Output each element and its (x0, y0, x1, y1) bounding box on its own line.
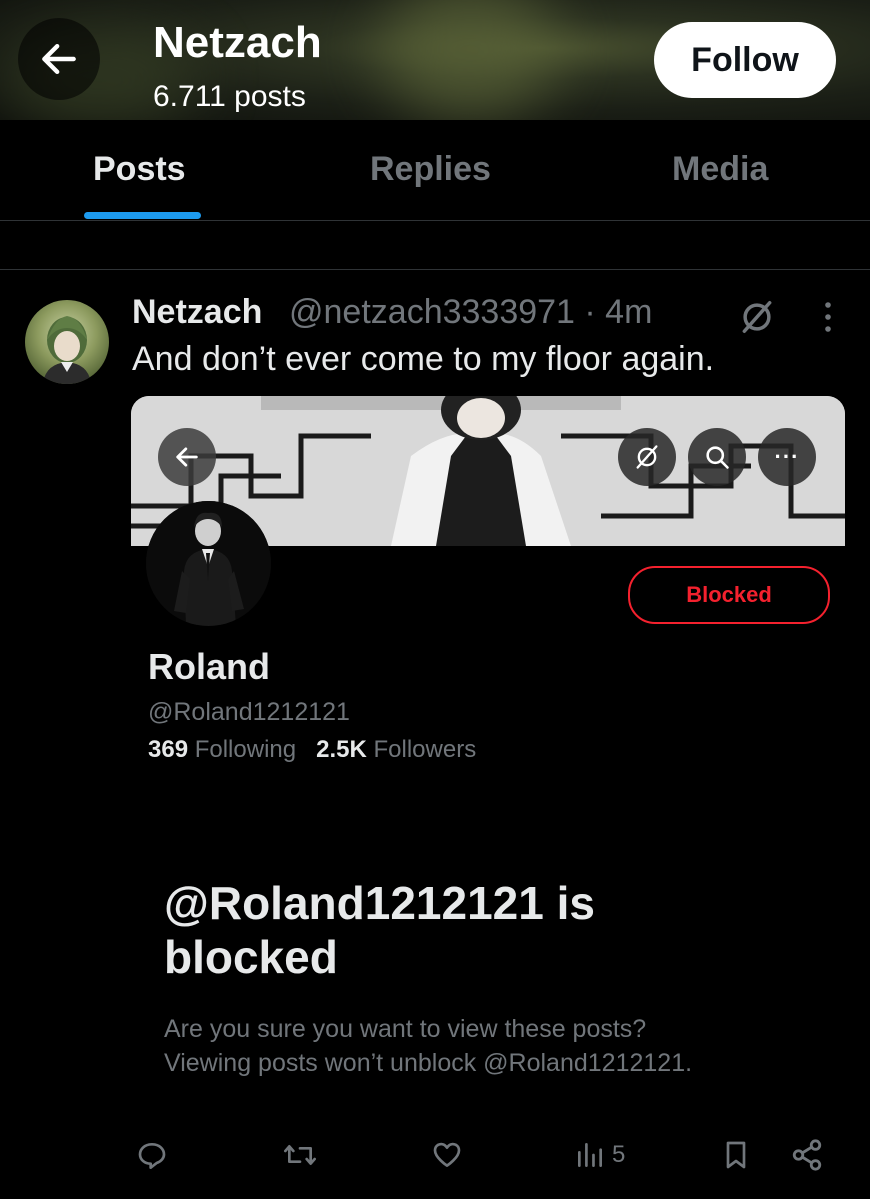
embed-profile-picture (146, 501, 271, 626)
active-tab-indicator (84, 212, 201, 219)
post-count: 6.711 posts (153, 80, 306, 113)
embed-back-button (158, 428, 216, 486)
followers-count: 2.5K (316, 736, 367, 763)
grok-icon[interactable] (738, 298, 776, 336)
grok-icon (636, 445, 658, 469)
reply-button[interactable] (136, 1138, 168, 1172)
back-button[interactable] (18, 18, 100, 100)
blocked-title: @Roland1212121 is blocked (164, 877, 595, 983)
like-button[interactable] (430, 1138, 464, 1172)
embed-more-button: ··· (758, 428, 816, 486)
blocked-button: Blocked (628, 566, 830, 624)
tweet-author-handle[interactable]: @netzach3333971 · 4m (289, 293, 652, 332)
repost-icon (284, 1145, 316, 1165)
embed-search-button (688, 428, 746, 486)
views-button[interactable]: 5 (574, 1138, 625, 1172)
search-icon (706, 446, 729, 469)
tweet-text: And don’t ever come to my floor again. (132, 340, 715, 378)
bookmark-button[interactable] (720, 1138, 752, 1172)
following-label: Following (194, 736, 297, 763)
profile-tabs: Posts Replies Media (0, 120, 870, 221)
share-icon (792, 1139, 822, 1171)
following-count: 369 (148, 736, 189, 763)
embed-profile-handle: @Roland1212121 (148, 698, 350, 726)
profile-header: Netzach 6.711 posts Follow (0, 0, 870, 120)
repost-button[interactable] (282, 1138, 318, 1172)
profile-title: Netzach (153, 18, 322, 67)
follow-button[interactable]: Follow (654, 22, 836, 98)
tab-media[interactable]: Media (672, 150, 768, 189)
blocked-description-line: Are you sure you want to view these post… (164, 1015, 647, 1043)
embed-follow-stats: 369 Following 2.5K Followers (148, 736, 476, 764)
tweet-author-name[interactable]: Netzach (132, 293, 262, 332)
arrow-left-icon (42, 43, 76, 75)
more-options-icon[interactable] (818, 300, 838, 334)
blocked-description: Are you sure you want to view these post… (164, 1012, 804, 1080)
embed-profile-name: Roland (148, 646, 270, 687)
heart-icon (433, 1142, 461, 1167)
analytics-icon (578, 1143, 602, 1167)
followers-label: Followers (373, 736, 477, 763)
tab-posts[interactable]: Posts (93, 150, 186, 189)
blocked-description-line: Viewing posts won’t unblock @Roland12121… (164, 1049, 693, 1077)
share-button[interactable] (790, 1138, 824, 1172)
embed-grok-button (618, 428, 676, 486)
divider (0, 269, 870, 270)
reply-icon (138, 1143, 166, 1169)
arrow-left-icon (176, 447, 198, 467)
more-icon: ··· (774, 444, 800, 469)
views-count: 5 (612, 1141, 626, 1168)
tab-replies[interactable]: Replies (370, 150, 491, 189)
avatar[interactable] (25, 300, 109, 384)
bookmark-icon (726, 1141, 746, 1169)
tweet-image[interactable]: ··· Blocked Roland @Roland1212121 369 Fo… (131, 396, 845, 1106)
